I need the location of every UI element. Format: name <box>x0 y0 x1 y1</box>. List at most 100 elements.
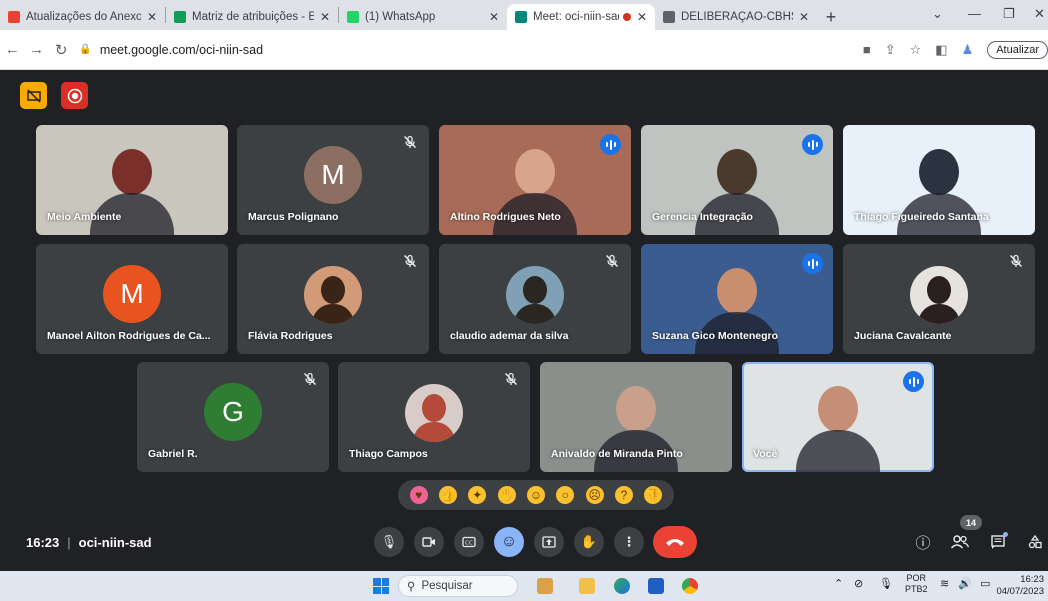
avatar <box>506 265 564 324</box>
close-tab-icon[interactable]: ✕ <box>147 10 157 24</box>
tab-search-icon[interactable]: ⌄ <box>932 6 943 22</box>
mic-button[interactable]: 🎙 <box>374 527 404 557</box>
browser-tab[interactable]: DELIBERAÇÃO-CBHSF-Nº-11 ✕ <box>655 4 817 30</box>
participant-name: Marcus Polignano <box>248 211 339 223</box>
sparkling-heart-icon[interactable]: ♥ <box>409 486 428 504</box>
participant-tile[interactable]: Flávia Rodrigues <box>237 244 429 354</box>
speaking-indicator-icon <box>802 134 823 155</box>
chat-icon <box>991 535 1005 549</box>
thumbs-up-icon[interactable]: 👍 <box>438 486 457 504</box>
participant-tile[interactable]: claudio ademar da silva <box>439 244 631 354</box>
minimize-icon[interactable]: — <box>968 6 981 21</box>
profile-icon[interactable]: ♟ <box>962 42 974 58</box>
edge-browser-icon[interactable] <box>614 578 630 594</box>
recording-badge[interactable] <box>61 82 88 109</box>
laughing-face-icon[interactable]: ☺ <box>526 486 545 504</box>
participant-name: Gerencia Integração <box>652 211 753 223</box>
camera-in-use-icon[interactable]: ■ <box>863 42 871 57</box>
participant-tile[interactable]: Você <box>742 362 934 472</box>
file-explorer-icon[interactable] <box>579 578 595 594</box>
wifi-icon[interactable]: ≋ <box>940 577 949 590</box>
leave-call-button[interactable] <box>653 526 697 558</box>
clapping-hands-icon[interactable]: ✋ <box>497 486 516 504</box>
participant-tile[interactable]: M Marcus Polignano <box>237 125 429 235</box>
chat-button[interactable] <box>985 529 1011 555</box>
mic-in-use-icon[interactable]: 🎙 <box>879 577 893 590</box>
sidepanel-icon[interactable]: ◧ <box>935 42 947 58</box>
present-button[interactable] <box>534 527 564 557</box>
network-status-icon[interactable]: ⊘ <box>854 577 863 590</box>
participant-tile[interactable]: Thiago Campos <box>338 362 530 472</box>
participant-name: Meio Ambiente <box>47 211 122 223</box>
taskbar-clock[interactable]: 16:23 04/07/2023 <box>996 574 1044 598</box>
participant-tile[interactable]: Meio Ambiente <box>36 125 228 235</box>
meeting-clock: 16:23 | oci-niin-sad <box>26 535 152 550</box>
participant-name: Thiago Campos <box>349 448 428 460</box>
meeting-code: oci-niin-sad <box>78 535 152 550</box>
participant-tile[interactable]: Suzana Gico Montenegro <box>641 244 833 354</box>
meeting-details-button[interactable]: ⓘ <box>910 529 936 555</box>
back-icon[interactable]: ← <box>0 41 24 58</box>
restore-icon[interactable]: ❐ <box>1003 6 1015 22</box>
new-tab-button[interactable]: + <box>817 4 845 30</box>
captions-button[interactable]: CC <box>454 527 484 557</box>
participant-tile[interactable]: Anivaldo de Miranda Pinto <box>540 362 732 472</box>
surprised-face-icon[interactable]: ○ <box>556 486 575 504</box>
crying-face-icon[interactable]: ☹ <box>585 486 604 504</box>
volume-icon[interactable]: 🔊 <box>958 577 972 590</box>
tab-title: Atualizações do Anexo 1.3 - I <box>26 11 141 23</box>
battery-icon[interactable]: ▭ <box>980 577 990 590</box>
forward-icon[interactable]: → <box>24 41 48 58</box>
party-popper-icon[interactable]: ✦ <box>468 486 487 504</box>
close-tab-icon[interactable]: ✕ <box>799 10 809 24</box>
tray-chevron-icon[interactable]: ⌃ <box>834 577 843 590</box>
info-icon: ⓘ <box>915 534 931 552</box>
more-options-button[interactable]: ⋮ <box>614 527 644 557</box>
participant-tile[interactable]: M Manoel Ailton Rodrigues de Ca... <box>36 244 228 354</box>
participant-name: Gabriel R. <box>148 448 198 460</box>
chrome-icon[interactable] <box>682 578 698 594</box>
reactions-button[interactable]: ☺ <box>494 527 524 557</box>
bookmark-star-icon[interactable]: ☆ <box>910 42 922 58</box>
reload-icon[interactable]: ↻ <box>49 41 73 59</box>
captions-off-badge[interactable] <box>20 82 47 109</box>
participant-tile[interactable]: Gerencia Integração <box>641 125 833 235</box>
people-button[interactable] <box>947 529 973 555</box>
close-tab-icon[interactable]: ✕ <box>320 10 330 24</box>
speaking-indicator-icon <box>600 134 621 155</box>
activities-button[interactable] <box>1022 529 1048 555</box>
video-feed <box>796 380 880 472</box>
participant-tile[interactable]: Thiago Figueiredo Santana <box>843 125 1035 235</box>
participant-tile[interactable]: Juciana Cavalcante <box>843 244 1035 354</box>
muted-mic-icon <box>403 135 417 149</box>
avatar: M <box>304 145 362 204</box>
update-button[interactable]: Atualizar <box>987 40 1048 59</box>
language-indicator[interactable]: POR PTB2 <box>905 573 928 595</box>
raise-hand-button[interactable]: ✋ <box>574 527 604 557</box>
participant-count-badge: 14 <box>960 515 982 530</box>
browser-tab[interactable]: (1) WhatsApp ✕ <box>339 4 507 30</box>
participant-tile[interactable]: Altino Rodrigues Neto <box>439 125 631 235</box>
record-icon <box>67 88 82 103</box>
svg-text:CC: CC <box>465 541 473 547</box>
close-window-icon[interactable]: ✕ <box>1034 6 1045 22</box>
url-field[interactable]: 🔒 meet.google.com/oci-niin-sad <box>79 35 812 65</box>
taskbar-search[interactable]: ⚲ Pesquisar <box>398 575 518 597</box>
share-icon[interactable]: ⇪ <box>885 42 896 58</box>
whatsapp-icon <box>347 11 359 23</box>
participant-tile[interactable]: G Gabriel R. <box>137 362 329 472</box>
url-text: meet.google.com/oci-niin-sad <box>99 42 264 57</box>
close-tab-icon[interactable]: ✕ <box>637 10 647 24</box>
browser-tab[interactable]: Meet: oci-niin-sad ✕ <box>507 4 655 30</box>
thumbs-down-icon[interactable]: 👎 <box>644 486 663 504</box>
close-tab-icon[interactable]: ✕ <box>489 10 499 24</box>
store-icon[interactable] <box>648 578 664 594</box>
muted-mic-icon <box>605 254 619 268</box>
windows-start-icon[interactable] <box>373 578 389 594</box>
browser-tab[interactable]: Matriz de atribuições - ESCRI ✕ <box>166 4 338 30</box>
browser-tab[interactable]: Atualizações do Anexo 1.3 - I ✕ <box>0 4 165 30</box>
teams-meeting-app-icon[interactable] <box>537 578 553 594</box>
thinking-face-icon[interactable]: ? <box>614 486 633 504</box>
camera-button[interactable] <box>414 527 444 557</box>
smiley-icon: ☺ <box>500 533 518 550</box>
